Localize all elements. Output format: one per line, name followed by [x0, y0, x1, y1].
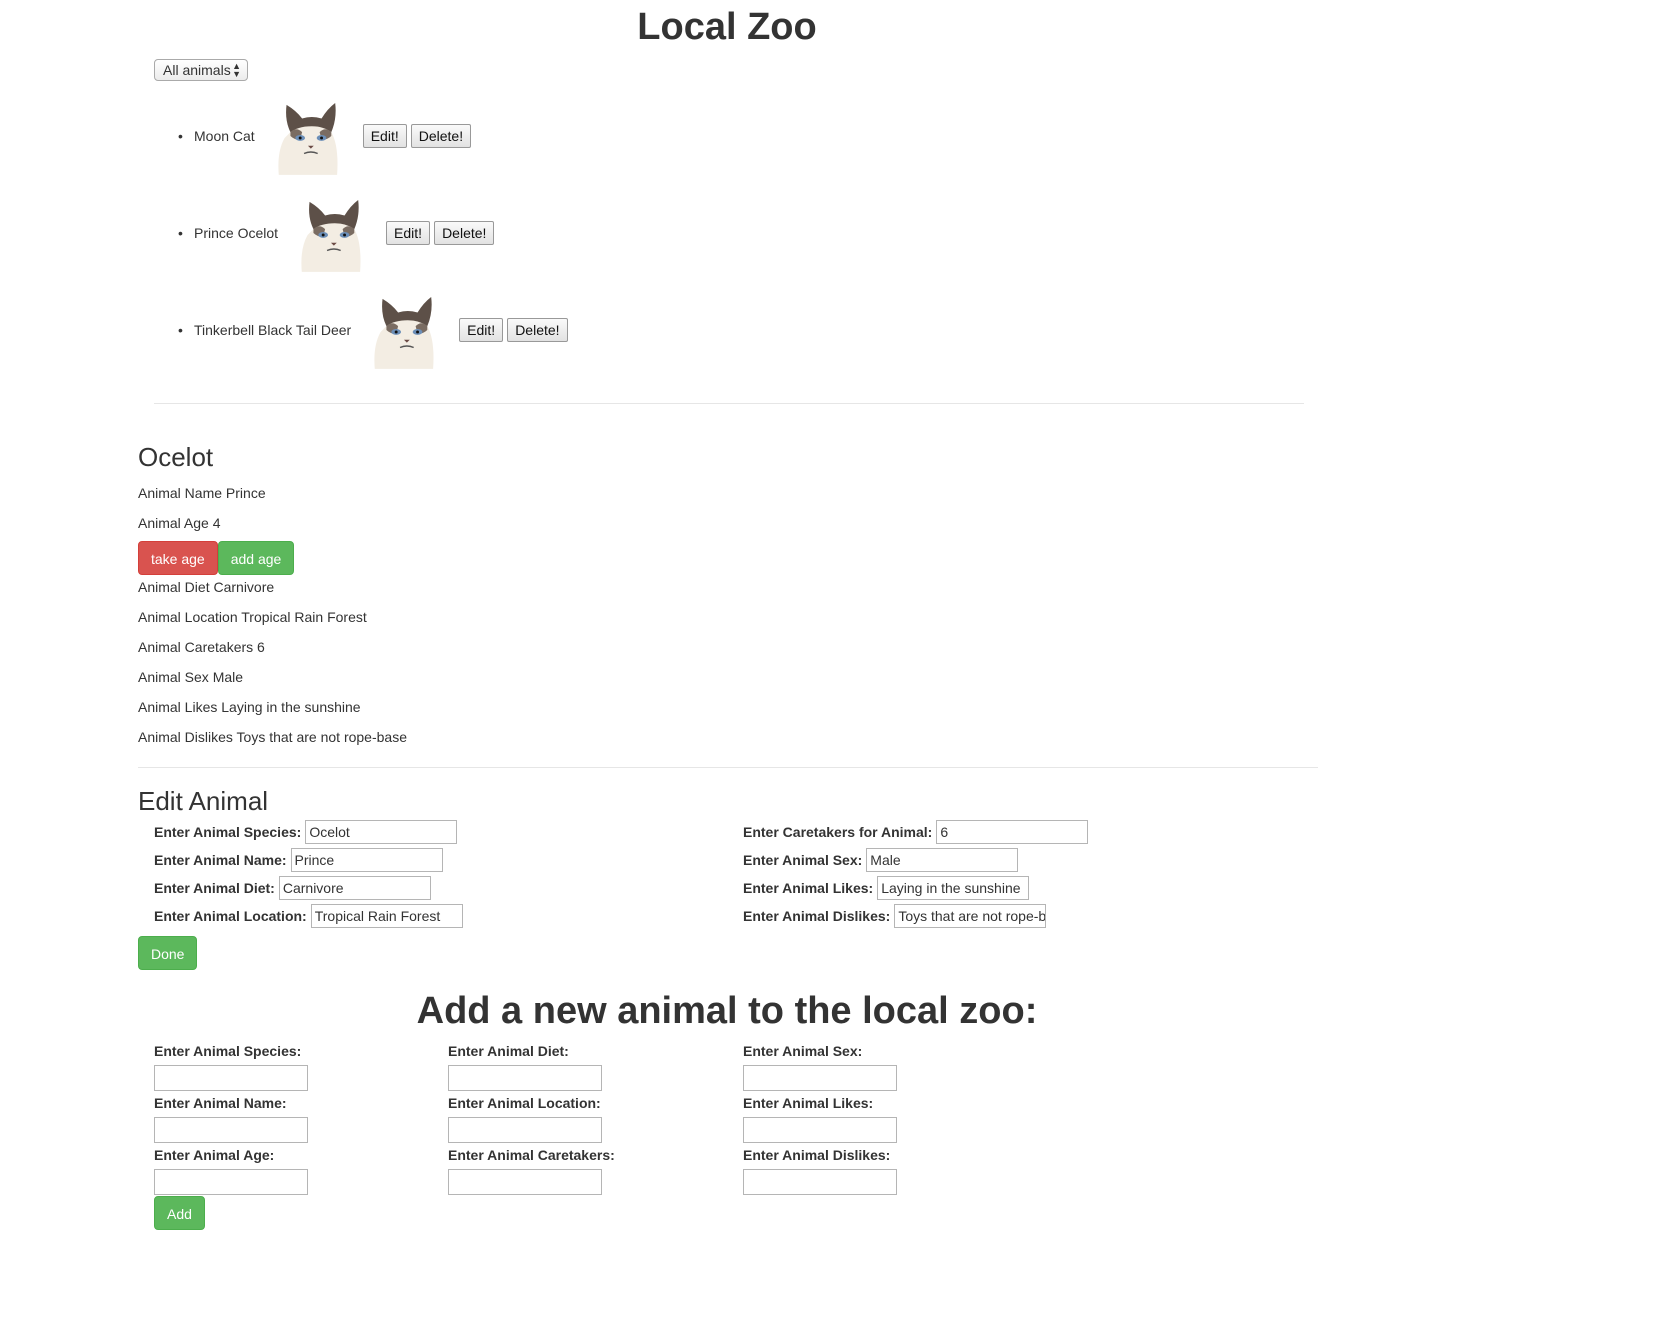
edit-likes-field: Enter Animal Likes: Laying in the sunshi… [743, 876, 1030, 900]
new-location-input[interactable] [448, 1117, 602, 1143]
edit-dislikes-field: Enter Animal Dislikes: Toys that are not… [743, 904, 1047, 928]
detail-sex: Animal Sex Male [138, 669, 244, 685]
cat-image [294, 193, 364, 273]
animal-name: Prince Ocelot [194, 225, 279, 241]
new-name-input[interactable] [154, 1117, 308, 1143]
edit-location-field: Enter Animal Location: Tropical Rain For… [154, 904, 463, 928]
new-sex-label: Enter Animal Sex: [743, 1043, 863, 1059]
detail-location: Animal Location Tropical Rain Forest [138, 609, 367, 625]
delete-button[interactable]: Delete! [434, 221, 495, 245]
detail-caretakers: Animal Caretakers 6 [138, 639, 265, 655]
edit-likes-label: Enter Animal Likes: [743, 880, 874, 896]
edit-button[interactable]: Edit! [459, 318, 504, 342]
new-diet-label: Enter Animal Diet: [448, 1043, 569, 1059]
edit-form-title: Edit Animal [138, 786, 269, 816]
delete-button[interactable]: Delete! [410, 124, 472, 148]
edit-name-input[interactable]: Prince [290, 848, 443, 872]
add-button[interactable]: Add [154, 1196, 205, 1230]
list-bullet: • [178, 322, 183, 338]
edit-species-field: Enter Animal Species: Ocelot [154, 820, 458, 844]
new-sex-input[interactable] [743, 1065, 897, 1091]
divider [154, 403, 1304, 404]
new-age-input[interactable] [154, 1169, 308, 1195]
animal-name: Moon Cat [194, 128, 255, 144]
cat-image [271, 96, 341, 176]
new-name-label: Enter Animal Name: [154, 1095, 287, 1111]
edit-dislikes-input[interactable]: Toys that are not rope-b [894, 904, 1047, 928]
new-species-label: Enter Animal Species: [154, 1043, 302, 1059]
new-diet-input[interactable] [448, 1065, 602, 1091]
edit-sex-input[interactable]: Male [866, 848, 1019, 872]
edit-caretakers-label: Enter Caretakers for Animal: [743, 824, 933, 840]
new-dislikes-input[interactable] [743, 1169, 897, 1195]
edit-button[interactable]: Edit! [362, 124, 407, 148]
edit-name-field: Enter Animal Name: Prince [154, 848, 443, 872]
detail-likes: Animal Likes Laying in the sunshine [138, 699, 361, 715]
age-buttons: take age add age [138, 541, 295, 575]
new-species-input[interactable] [154, 1065, 308, 1091]
detail-diet: Animal Diet Carnivore [138, 579, 275, 595]
list-item: • Tinkerbell Black Tail Deer Edit! Delet… [178, 289, 572, 371]
detail-species-heading: Ocelot [138, 442, 214, 472]
cat-image [367, 290, 437, 370]
detail-dislikes: Animal Dislikes Toys that are not rope-b… [138, 729, 407, 745]
list-item: • Prince Ocelot Edit! Delete! [178, 192, 498, 274]
edit-diet-label: Enter Animal Diet: [154, 880, 275, 896]
take-age-button[interactable]: take age [138, 541, 218, 575]
edit-likes-input[interactable]: Laying in the sunshine [877, 876, 1030, 900]
edit-button[interactable]: Edit! [386, 221, 431, 245]
page-title: Local Zoo [637, 6, 817, 48]
edit-location-input[interactable]: Tropical Rain Forest [310, 904, 463, 928]
delete-button[interactable]: Delete! [507, 318, 568, 342]
new-likes-input[interactable] [743, 1117, 897, 1143]
edit-name-label: Enter Animal Name: [154, 852, 287, 868]
edit-caretakers-input[interactable]: 6 [936, 820, 1089, 844]
add-form-title: Add a new animal to the local zoo: [416, 990, 1038, 1032]
done-button[interactable]: Done [138, 936, 198, 970]
edit-diet-field: Enter Animal Diet: Carnivore [154, 876, 431, 900]
new-age-label: Enter Animal Age: [154, 1147, 275, 1163]
detail-name: Animal Name Prince [138, 485, 266, 501]
detail-age: Animal Age 4 [138, 515, 221, 531]
animal-filter-select[interactable]: All animals ▲ ▼ [154, 59, 248, 81]
edit-diet-input[interactable]: Carnivore [278, 876, 431, 900]
animal-name: Tinkerbell Black Tail Deer [194, 322, 352, 338]
new-location-label: Enter Animal Location: [448, 1095, 601, 1111]
edit-sex-label: Enter Animal Sex: [743, 852, 863, 868]
new-caretakers-label: Enter Animal Caretakers: [448, 1147, 615, 1163]
edit-sex-field: Enter Animal Sex: Male [743, 848, 1019, 872]
new-dislikes-label: Enter Animal Dislikes: [743, 1147, 891, 1163]
select-arrows-icon: ▲ ▼ [232, 61, 241, 79]
edit-location-label: Enter Animal Location: [154, 908, 307, 924]
filter-selected-value: All animals [163, 62, 231, 78]
divider [138, 767, 1318, 768]
edit-species-label: Enter Animal Species: [154, 824, 302, 840]
edit-species-input[interactable]: Ocelot [305, 820, 458, 844]
add-age-button[interactable]: add age [217, 541, 295, 575]
list-item: • Moon Cat Edit! Delete! [178, 95, 475, 177]
list-bullet: • [178, 128, 183, 144]
edit-dislikes-label: Enter Animal Dislikes: [743, 908, 891, 924]
new-caretakers-input[interactable] [448, 1169, 602, 1195]
edit-caretakers-field: Enter Caretakers for Animal: 6 [743, 820, 1089, 844]
list-bullet: • [178, 225, 183, 241]
new-likes-label: Enter Animal Likes: [743, 1095, 874, 1111]
